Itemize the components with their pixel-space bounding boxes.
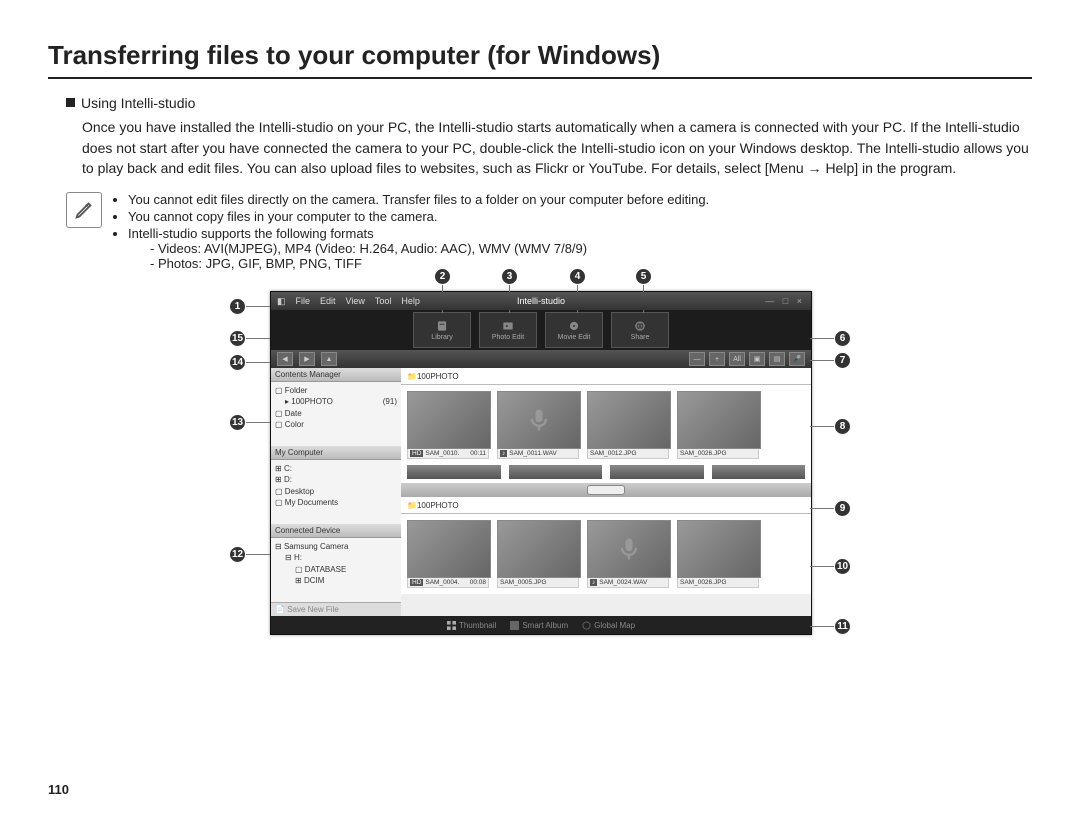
callout-10: 10 [835, 559, 850, 574]
thumbnail[interactable]: SAM_0012.JPG [587, 391, 669, 459]
app-icon: ◧ [277, 296, 286, 307]
filter-photo-button[interactable]: ▣ [749, 352, 765, 366]
bullet-square-icon [66, 98, 75, 107]
main-panel: 📁 100PHOTO HDSAM_0010.00:11♪SAM_0011.WAV… [401, 368, 811, 616]
callout-13: 13 [230, 415, 245, 430]
nav-back-button[interactable]: ◀ [277, 352, 293, 366]
callout-14: 14 [230, 355, 245, 370]
screenshot-figure: 1 2 3 4 5 6 7 8 9 10 11 12 13 14 15 ◧ [270, 291, 810, 635]
computer-tree[interactable]: ⊞ C: ⊞ D: ▢ Desktop ▢ My Documents [271, 460, 401, 524]
menu-help[interactable]: Help [401, 296, 420, 306]
title-rule [48, 77, 1032, 79]
connected-device-header: Connected Device [271, 524, 401, 538]
note-item: You cannot edit files directly on the ca… [128, 192, 709, 207]
callout-1: 1 [230, 299, 245, 314]
titlebar: ◧ File Edit View Tool Help Intelli-studi… [271, 292, 811, 310]
menu-file[interactable]: File [296, 296, 311, 306]
device-grid-bottom[interactable]: HDSAM_0004.00:08SAM_0005.JPG♪SAM_0024.WA… [401, 514, 811, 594]
thumbnail[interactable]: ♪SAM_0011.WAV [497, 391, 579, 459]
thumbnail[interactable]: SAM_0005.JPG [497, 520, 579, 588]
globe-icon [633, 319, 647, 333]
section-label: Using Intelli-studio [81, 95, 195, 111]
callout-11: 11 [835, 619, 850, 634]
note-body: You cannot edit files directly on the ca… [114, 192, 709, 273]
callout-7: 7 [835, 353, 850, 368]
breadcrumb-top: 📁 100PHOTO [401, 368, 811, 385]
note-block: You cannot edit files directly on the ca… [48, 192, 1032, 273]
library-icon [435, 319, 449, 333]
thumbnail[interactable]: SAM_0026.JPG [677, 391, 759, 459]
nav-fwd-button[interactable]: ▶ [299, 352, 315, 366]
mode-photo-edit[interactable]: Photo Edit [479, 312, 537, 348]
page-title: Transferring files to your computer (for… [48, 40, 1032, 71]
filter-all-button[interactable]: All [729, 352, 745, 366]
note-icon [66, 192, 102, 228]
callout-4: 4 [570, 269, 585, 284]
zoom-in-button[interactable]: + [709, 352, 725, 366]
note-item: You cannot copy files in your computer t… [128, 209, 709, 224]
section-heading: Using Intelli-studio [48, 93, 1032, 113]
device-tree[interactable]: ⊟ Samsung Camera ⊟ H: ▢ DATABASE ⊞ DCIM [271, 538, 401, 602]
menu-view[interactable]: View [346, 296, 365, 306]
filter-video-button[interactable]: ▤ [769, 352, 785, 366]
callout-2: 2 [435, 269, 450, 284]
panel-splitter[interactable] [401, 483, 811, 497]
thumbnail[interactable]: HDSAM_0004.00:08 [407, 520, 489, 588]
mode-bar: Library Photo Edit Movie Edit Share [271, 310, 811, 350]
movie-icon [567, 319, 581, 333]
contents-tree[interactable]: ▢ Folder ▸ 100PHOTO (91) ▢ Date ▢ Color [271, 382, 401, 446]
view-global-map[interactable]: Global Map [582, 621, 635, 630]
callout-9: 9 [835, 501, 850, 516]
toolbar: ◀ ▶ ▲ — + All ▣ ▤ 🎤 [271, 350, 811, 368]
library-grid-top[interactable]: HDSAM_0010.00:11♪SAM_0011.WAVSAM_0012.JP… [401, 385, 811, 465]
callout-8: 8 [835, 419, 850, 434]
mode-library[interactable]: Library [413, 312, 471, 348]
view-mode-bar: Thumbnail Smart Album Global Map [271, 616, 811, 634]
note-item: Intelli-studio supports the following fo… [128, 226, 709, 271]
mode-movie-edit[interactable]: Movie Edit [545, 312, 603, 348]
menu-edit[interactable]: Edit [320, 296, 336, 306]
section-description: Once you have installed the Intelli-stud… [48, 117, 1032, 178]
sidebar: Contents Manager ▢ Folder ▸ 100PHOTO (91… [271, 368, 401, 616]
callout-12: 12 [230, 547, 245, 562]
thumbnail[interactable]: ♪SAM_0024.WAV [587, 520, 669, 588]
mode-share[interactable]: Share [611, 312, 669, 348]
menu-tool[interactable]: Tool [375, 296, 392, 306]
contents-manager-header: Contents Manager [271, 368, 401, 382]
breadcrumb-bottom: 📁 100PHOTO [401, 497, 811, 514]
thumbnail[interactable]: HDSAM_0010.00:11 [407, 391, 489, 459]
intelli-studio-window: ◧ File Edit View Tool Help Intelli-studi… [270, 291, 812, 635]
save-new-file-button[interactable]: 📄 Save New File [271, 602, 401, 616]
window-controls[interactable]: — □ × [765, 296, 805, 306]
nav-up-button[interactable]: ▲ [321, 352, 337, 366]
my-computer-header: My Computer [271, 446, 401, 460]
page-number: 110 [48, 782, 69, 797]
zoom-slider[interactable]: — [689, 352, 705, 366]
callout-3: 3 [502, 269, 517, 284]
callout-6: 6 [835, 331, 850, 346]
view-thumbnail[interactable]: Thumbnail [447, 621, 496, 630]
app-brand: Intelli-studio [517, 296, 565, 306]
callout-15: 15 [230, 331, 245, 346]
view-smart-album[interactable]: Smart Album [510, 621, 568, 630]
filter-audio-button[interactable]: 🎤 [789, 352, 805, 366]
callout-5: 5 [636, 269, 651, 284]
thumbnail[interactable]: SAM_0026.JPG [677, 520, 759, 588]
photo-icon [501, 319, 515, 333]
